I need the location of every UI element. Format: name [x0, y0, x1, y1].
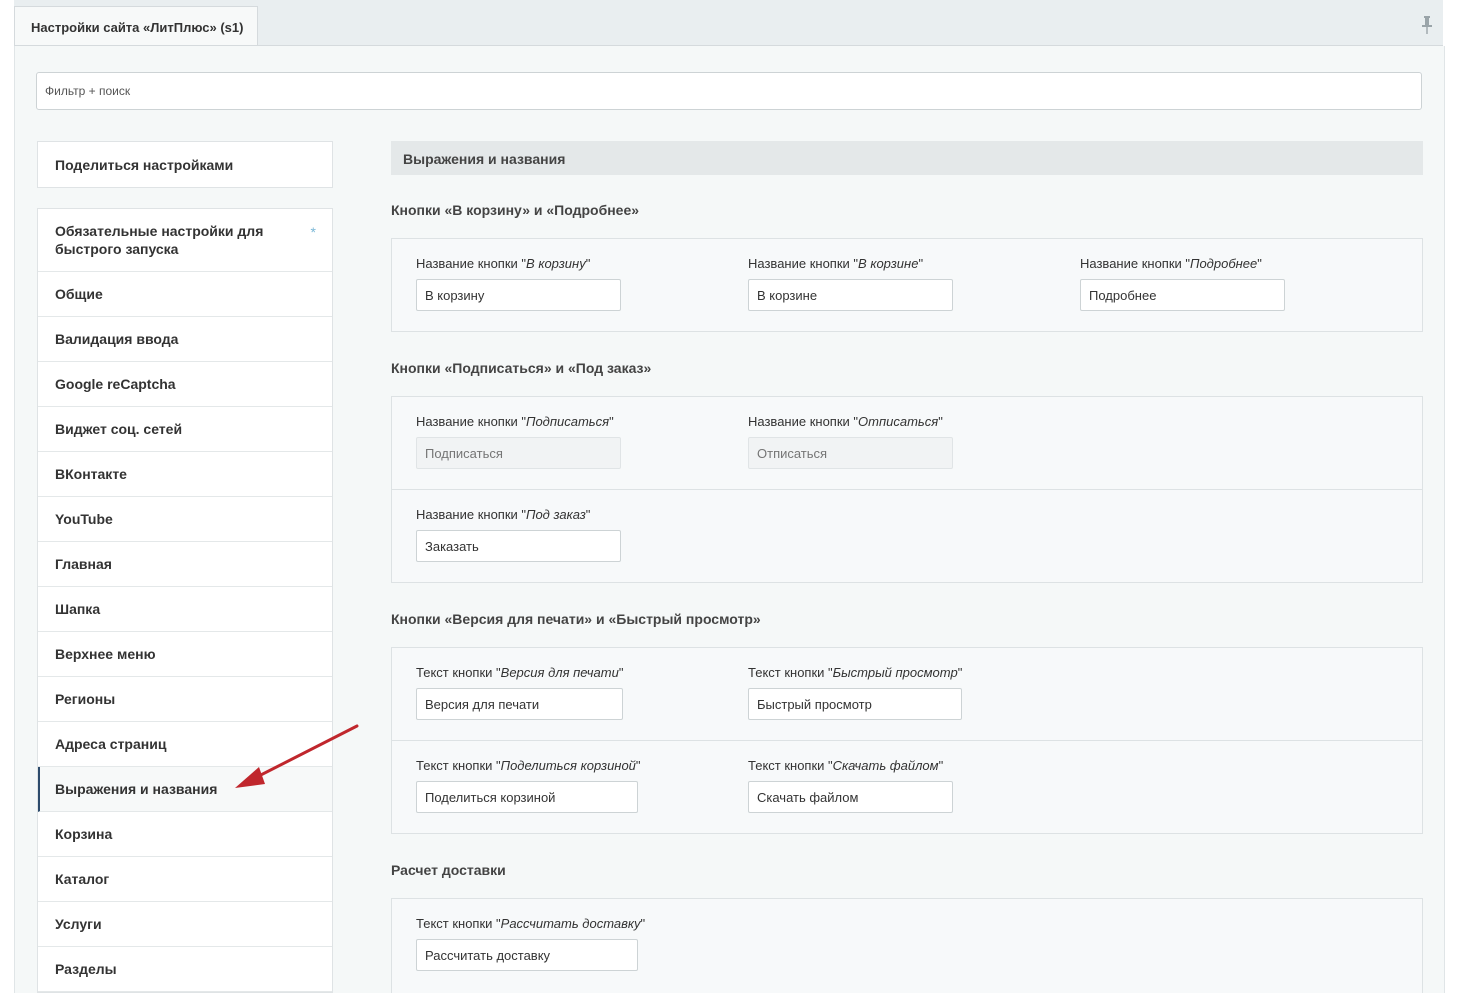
sidebar-item-label: Главная	[55, 556, 112, 572]
print-version-input[interactable]	[416, 688, 623, 720]
sidebar-item-top-menu[interactable]: Верхнее меню	[38, 632, 332, 677]
sidebar-item-label: Адреса страниц	[55, 736, 167, 752]
sidebar-item-regions[interactable]: Регионы	[38, 677, 332, 722]
sidebar-item-label: Обязательные настройки для быстрого запу…	[55, 223, 264, 257]
group-box-print-buttons: Текст кнопки "Версия для печати" Текст к…	[391, 647, 1423, 834]
sidebar-item-social-widget[interactable]: Виджет соц. сетей	[38, 407, 332, 452]
search-input[interactable]	[36, 72, 1422, 110]
section-title: Выражения и названия	[391, 141, 1423, 175]
preorder-input[interactable]	[416, 530, 621, 562]
group-box-delivery: Текст кнопки "Рассчитать доставку"	[391, 898, 1423, 993]
share-settings-button[interactable]: Поделиться настройками	[37, 141, 333, 188]
sidebar-item-services[interactable]: Услуги	[38, 902, 332, 947]
field-label: Текст кнопки "Скачать файлом"	[748, 758, 944, 773]
field-label: Название кнопки "Отписаться"	[748, 414, 943, 429]
download-file-input[interactable]	[748, 781, 953, 813]
annotation-arrow-icon	[235, 724, 359, 788]
unsubscribe-input[interactable]	[748, 437, 953, 469]
field-label: Текст кнопки "Поделиться корзиной"	[416, 758, 641, 773]
field-row: Название кнопки "Подписаться" Название к…	[392, 397, 1422, 489]
sidebar-item-label: Корзина	[55, 826, 113, 842]
sidebar-item-quick-start[interactable]: Обязательные настройки для быстрого запу…	[38, 209, 332, 272]
quick-view-input[interactable]	[748, 688, 962, 720]
field-label: Название кнопки "Под заказ"	[416, 507, 591, 522]
group-title: Кнопки «Версия для печати» и «Быстрый пр…	[391, 611, 761, 627]
tab-strip: Настройки сайта «ЛитПлюс» (s1)	[14, 0, 1443, 46]
sidebar-item-label: Разделы	[55, 961, 117, 977]
required-star-icon: *	[310, 224, 316, 240]
sidebar-item-label: Верхнее меню	[55, 646, 156, 662]
sidebar-item-label: Каталог	[55, 871, 110, 887]
settings-panel: Поделиться настройками Обязательные наст…	[14, 46, 1445, 993]
sidebar-item-label: Валидация ввода	[55, 331, 179, 347]
sidebar-item-vkontakte[interactable]: ВКонтакте	[38, 452, 332, 497]
sidebar-item-input-validation[interactable]: Валидация ввода	[38, 317, 332, 362]
field-unsubscribe: Название кнопки "Отписаться"	[748, 413, 953, 469]
group-title: Кнопки «Подписаться» и «Под заказ»	[391, 360, 652, 376]
calc-delivery-input[interactable]	[416, 939, 638, 971]
field-label: Текст кнопки "Рассчитать доставку"	[416, 916, 646, 931]
field-label: Название кнопки "Подписаться"	[416, 414, 614, 429]
sidebar-item-sections[interactable]: Разделы	[38, 947, 332, 992]
field-row: Название кнопки "Под заказ"	[392, 489, 1422, 583]
sidebar-item-label: YouTube	[55, 511, 113, 527]
sidebar-item-header[interactable]: Шапка	[38, 587, 332, 632]
group-title: Кнопки «В корзину» и «Подробнее»	[391, 202, 640, 218]
field-row: Текст кнопки "Поделиться корзиной" Текст…	[392, 740, 1422, 834]
field-details: Название кнопки "Подробнее"	[1080, 255, 1285, 311]
field-calc-delivery: Текст кнопки "Рассчитать доставку"	[416, 915, 645, 971]
field-label: Текст кнопки "Версия для печати"	[416, 665, 624, 680]
field-preorder: Название кнопки "Под заказ"	[416, 506, 621, 562]
details-input[interactable]	[1080, 279, 1285, 311]
sidebar-item-label: Шапка	[55, 601, 101, 617]
sidebar-item-catalog[interactable]: Каталог	[38, 857, 332, 902]
sidebar-item-label: ВКонтакте	[55, 466, 127, 482]
tab-site-settings[interactable]: Настройки сайта «ЛитПлюс» (s1)	[14, 6, 258, 45]
field-to-cart: Название кнопки "В корзину"	[416, 255, 621, 311]
pin-icon[interactable]	[1421, 16, 1433, 34]
group-title: Расчет доставки	[391, 862, 506, 878]
field-subscribe: Название кнопки "Подписаться"	[416, 413, 621, 469]
field-label: Название кнопки "Подробнее"	[1080, 256, 1262, 271]
sidebar-item-home[interactable]: Главная	[38, 542, 332, 587]
group-box-subscribe-buttons: Название кнопки "Подписаться" Название к…	[391, 396, 1423, 583]
settings-menu: Обязательные настройки для быстрого запу…	[37, 208, 333, 993]
field-download-file: Текст кнопки "Скачать файлом"	[748, 757, 953, 813]
field-label: Название кнопки "В корзине"	[748, 256, 924, 271]
field-in-cart: Название кнопки "В корзине"	[748, 255, 953, 311]
group-box-cart-buttons: Название кнопки "В корзину" Название кно…	[391, 238, 1423, 332]
sidebar-item-label: Виджет соц. сетей	[55, 421, 183, 437]
sidebar-item-recaptcha[interactable]: Google reCaptcha	[38, 362, 332, 407]
sidebar-item-label: Google reCaptcha	[55, 376, 176, 392]
share-cart-input[interactable]	[416, 781, 638, 813]
to-cart-input[interactable]	[416, 279, 621, 311]
field-label: Текст кнопки "Быстрый просмотр"	[748, 665, 963, 680]
field-label: Название кнопки "В корзину"	[416, 256, 591, 271]
sidebar-item-label: Общие	[55, 286, 103, 302]
sidebar-item-general[interactable]: Общие	[38, 272, 332, 317]
sidebar-item-label: Выражения и названия	[55, 781, 218, 797]
sidebar-item-label: Регионы	[55, 691, 116, 707]
field-quick-view: Текст кнопки "Быстрый просмотр"	[748, 664, 962, 720]
field-share-cart: Текст кнопки "Поделиться корзиной"	[416, 757, 641, 813]
sidebar-item-label: Услуги	[55, 916, 102, 932]
field-print-version: Текст кнопки "Версия для печати"	[416, 664, 623, 720]
field-row: Текст кнопки "Версия для печати" Текст к…	[392, 648, 1422, 740]
in-cart-input[interactable]	[748, 279, 953, 311]
sidebar-item-youtube[interactable]: YouTube	[38, 497, 332, 542]
subscribe-input[interactable]	[416, 437, 621, 469]
